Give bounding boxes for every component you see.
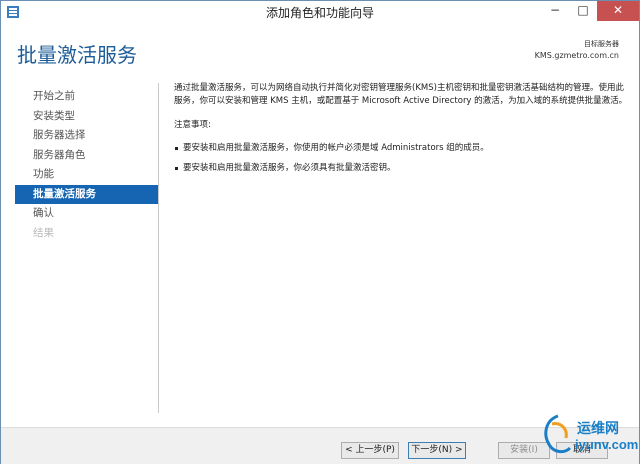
nav-divider (158, 83, 159, 413)
nav-item-server-roles[interactable]: 服务器角色 (15, 146, 159, 166)
minimize-button[interactable]: − (541, 1, 569, 21)
nav-item-server-selection[interactable]: 服务器选择 (15, 126, 159, 146)
nav-item-installation-type[interactable]: 安装类型 (15, 107, 159, 127)
wizard-header: 批量激活服务 目标服务器 KMS.gzmetro.com.cn (1, 23, 639, 75)
wizard-window: 添加角色和功能向导 − □ ✕ 批量激活服务 目标服务器 KMS.gzmetro… (0, 0, 640, 464)
nav-item-volume-activation[interactable]: 批量激活服务 (15, 184, 159, 204)
close-button[interactable]: ✕ (597, 1, 639, 21)
notes-title: 注意事项: (174, 120, 211, 130)
list-item: 要安装和启用批量激活服务，你使用的帐户必须是域 Administrators 组… (174, 142, 629, 155)
nav-item-before-you-begin[interactable]: 开始之前 (15, 87, 159, 107)
list-item: 要安装和启用批量激活服务，你必须具有批量激活密钥。 (174, 162, 629, 175)
page-title: 批量激活服务 (17, 43, 137, 67)
watermark: 运维网 iyunv.com (538, 412, 638, 458)
content-pane: 通过批量激活服务，可以为网络自动执行并简化对密钥管理服务(KMS)主机密钥和批量… (174, 82, 629, 182)
wizard-nav: 开始之前 安装类型 服务器选择 服务器角色 功能 批量激活服务 确认 结果 (15, 87, 159, 243)
maximize-button[interactable]: □ (569, 1, 597, 21)
nav-item-features[interactable]: 功能 (15, 165, 159, 185)
previous-button[interactable]: < 上一步(P) (341, 442, 399, 459)
watermark-logo-icon (544, 414, 572, 454)
next-button[interactable]: 下一步(N) > (408, 442, 466, 459)
intro-text: 通过批量激活服务，可以为网络自动执行并简化对密钥管理服务(KMS)主机密钥和批量… (174, 83, 628, 106)
nav-item-confirmation[interactable]: 确认 (15, 204, 159, 224)
watermark-text-main: 运维网 (577, 421, 619, 437)
destination-server-name: KMS.gzmetro.com.cn (534, 51, 619, 60)
nav-item-results: 结果 (33, 226, 54, 239)
title-bar: 添加角色和功能向导 − □ ✕ (1, 1, 639, 23)
notes-list: 要安装和启用批量激活服务，你使用的帐户必须是域 Administrators 组… (174, 142, 629, 175)
destination-server-label: 目标服务器 (584, 40, 619, 48)
watermark-text-domain: iyunv.com (575, 437, 639, 452)
